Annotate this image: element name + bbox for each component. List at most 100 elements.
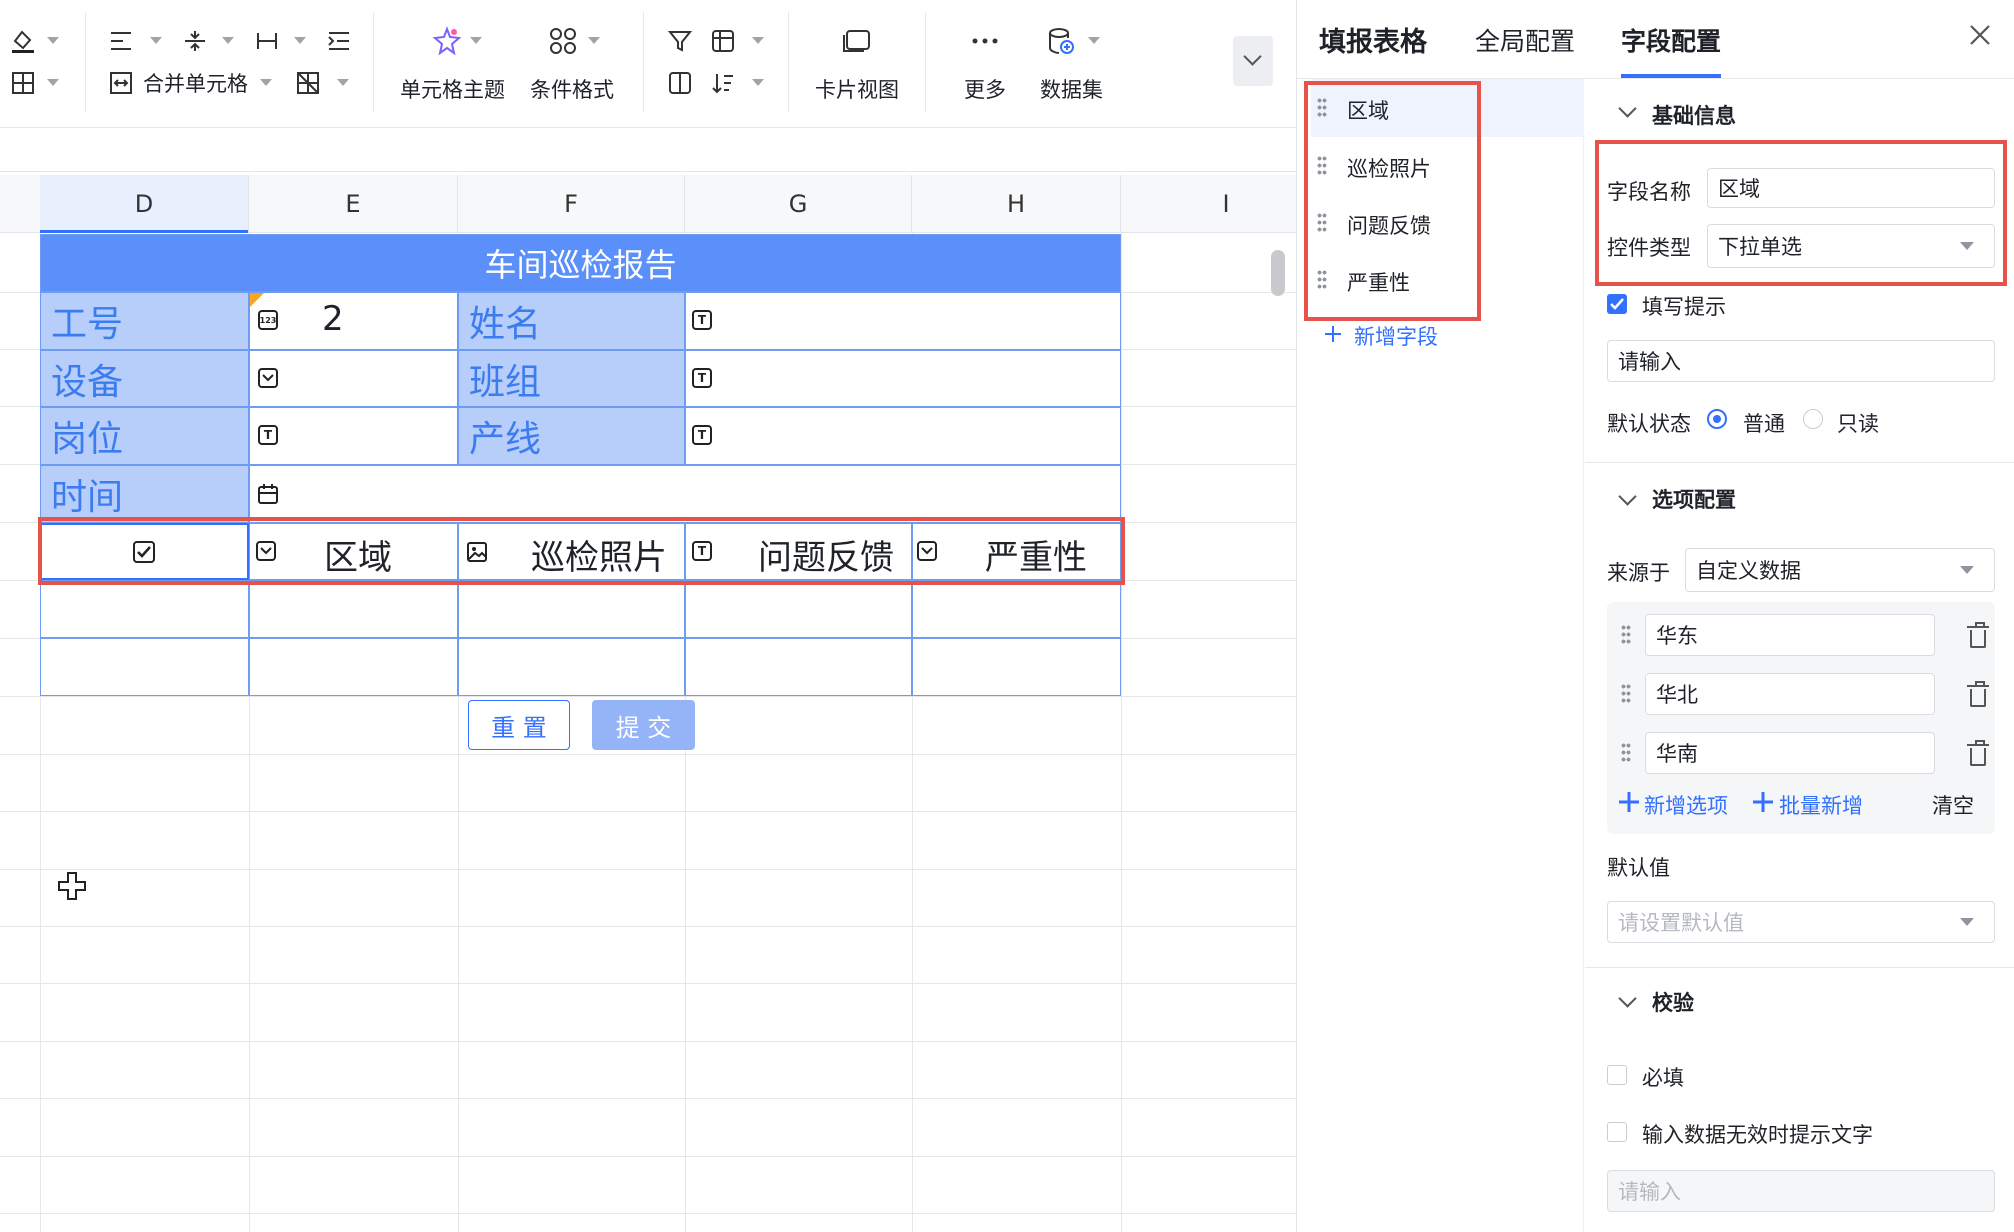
more-button[interactable]: 更多 xyxy=(964,74,1006,104)
cell-split-dropdown-icon[interactable] xyxy=(337,79,349,86)
column-header-d[interactable]: D xyxy=(40,175,249,233)
field-row-feedback[interactable]: T 问题反馈 xyxy=(685,523,912,580)
drag-handle-icon[interactable] xyxy=(1621,683,1631,705)
dataset-icon[interactable] xyxy=(1044,24,1078,58)
card-view-icon[interactable] xyxy=(840,24,874,58)
field-name-input[interactable]: 区域 xyxy=(1707,168,1995,208)
add-option-button[interactable]: 新增选项 xyxy=(1644,790,1728,820)
plus-icon[interactable] xyxy=(1321,322,1345,346)
empty-cell[interactable] xyxy=(40,580,249,638)
required-checkbox[interactable] xyxy=(1607,1065,1627,1085)
chevron-down-icon[interactable] xyxy=(1618,989,1637,1008)
invalid-hint-input[interactable]: 请输入 xyxy=(1607,1170,1995,1212)
field-list-item-feedback[interactable]: 问题反馈 xyxy=(1347,210,1431,240)
conditional-format-icon[interactable] xyxy=(546,24,580,58)
sort-dropdown-icon[interactable] xyxy=(752,79,764,86)
option-input[interactable]: 华南 xyxy=(1645,732,1935,774)
border-icon[interactable] xyxy=(8,68,38,98)
delete-icon[interactable] xyxy=(1967,740,1989,766)
drag-handle-icon[interactable] xyxy=(1317,212,1327,234)
cell-theme-icon[interactable] xyxy=(430,24,464,58)
section-basic-info[interactable]: 基础信息 xyxy=(1652,100,1736,130)
field-employee-id[interactable]: 123 2 xyxy=(249,292,458,350)
pivot-table-dropdown-icon[interactable] xyxy=(752,37,764,44)
field-team[interactable]: T xyxy=(685,350,1121,407)
default-value-select[interactable]: 请设置默认值 xyxy=(1607,901,1995,943)
field-list-item-photo[interactable]: 巡检照片 xyxy=(1347,153,1431,183)
align-left-icon[interactable] xyxy=(106,26,136,56)
clear-options-button[interactable]: 清空 xyxy=(1932,790,1974,820)
more-icon[interactable] xyxy=(970,26,1000,56)
vertical-align-icon[interactable] xyxy=(180,26,210,56)
dataset-dropdown-icon[interactable] xyxy=(1088,37,1100,44)
merge-cells-dropdown-icon[interactable] xyxy=(260,79,272,86)
empty-cell[interactable] xyxy=(40,638,249,696)
filter-icon[interactable] xyxy=(665,26,695,56)
add-field-button[interactable]: 新增字段 xyxy=(1354,321,1438,351)
section-option-config[interactable]: 选项配置 xyxy=(1652,484,1736,514)
drag-handle-icon[interactable] xyxy=(1317,155,1327,177)
plus-icon[interactable] xyxy=(1617,790,1641,814)
sort-icon[interactable] xyxy=(708,68,738,98)
chevron-down-icon[interactable] xyxy=(1618,99,1637,118)
empty-cell[interactable] xyxy=(249,580,458,638)
toolbar-collapse-button[interactable] xyxy=(1233,36,1273,86)
close-icon[interactable] xyxy=(1965,20,1995,50)
tab-form[interactable]: 填报表格 xyxy=(1319,20,1427,59)
reset-button[interactable]: 重 置 xyxy=(468,700,570,750)
field-time[interactable] xyxy=(249,465,1121,523)
option-input[interactable]: 华东 xyxy=(1645,614,1935,656)
text-width-dropdown-icon[interactable] xyxy=(294,37,306,44)
source-select[interactable]: 自定义数据 xyxy=(1685,548,1995,592)
empty-cell[interactable] xyxy=(458,580,685,638)
field-name[interactable]: T xyxy=(685,292,1121,350)
vertical-align-dropdown-icon[interactable] xyxy=(222,37,234,44)
cell-split-icon[interactable] xyxy=(293,68,323,98)
conditional-format-dropdown-icon[interactable] xyxy=(588,37,600,44)
empty-cell[interactable] xyxy=(685,580,912,638)
tab-field-config[interactable]: 字段配置 xyxy=(1621,22,1721,58)
field-row-severity[interactable]: 严重性 xyxy=(912,523,1121,580)
field-row-region[interactable]: 区域 xyxy=(249,523,458,580)
border-dropdown-icon[interactable] xyxy=(47,79,59,86)
vertical-scrollbar[interactable] xyxy=(1271,250,1285,296)
cell-theme-dropdown-icon[interactable] xyxy=(470,37,482,44)
radio-readonly[interactable] xyxy=(1803,409,1823,429)
batch-add-button[interactable]: 批量新增 xyxy=(1779,790,1863,820)
empty-cell[interactable] xyxy=(249,638,458,696)
drag-handle-icon[interactable] xyxy=(1621,742,1631,764)
fill-color-dropdown-icon[interactable] xyxy=(47,37,59,44)
hint-input[interactable]: 请输入 xyxy=(1607,340,1995,382)
column-header-e[interactable]: E xyxy=(249,175,458,233)
radio-normal[interactable] xyxy=(1707,409,1727,429)
dataset-button[interactable]: 数据集 xyxy=(1040,74,1103,104)
empty-cell[interactable] xyxy=(912,638,1121,696)
field-line[interactable]: T xyxy=(685,407,1121,465)
drag-handle-icon[interactable] xyxy=(1621,624,1631,646)
option-input[interactable]: 华北 xyxy=(1645,673,1935,715)
invalid-hint-checkbox[interactable] xyxy=(1607,1122,1627,1142)
fill-color-icon[interactable] xyxy=(8,26,38,56)
pivot-table-icon[interactable] xyxy=(708,26,738,56)
column-header-g[interactable]: G xyxy=(685,175,912,233)
column-header-f[interactable]: F xyxy=(458,175,685,233)
chevron-down-icon[interactable] xyxy=(1618,487,1637,506)
tab-global-config[interactable]: 全局配置 xyxy=(1475,22,1575,58)
merge-cells-icon[interactable] xyxy=(106,68,136,98)
drag-handle-icon[interactable] xyxy=(1317,269,1327,291)
field-list-item-region[interactable]: 区域 xyxy=(1347,95,1389,125)
empty-cell[interactable] xyxy=(912,580,1121,638)
submit-button[interactable]: 提 交 xyxy=(592,700,695,750)
align-dropdown-icon[interactable] xyxy=(150,37,162,44)
delete-icon[interactable] xyxy=(1967,681,1989,707)
control-type-select[interactable]: 下拉单选 xyxy=(1707,224,1995,268)
conditional-format-button[interactable]: 条件格式 xyxy=(530,74,614,104)
field-post[interactable]: T xyxy=(249,407,458,465)
field-row-photo[interactable]: 巡检照片 xyxy=(458,523,685,580)
empty-cell[interactable] xyxy=(458,638,685,696)
section-validation[interactable]: 校验 xyxy=(1652,987,1694,1017)
empty-cell[interactable] xyxy=(685,638,912,696)
column-header-h[interactable]: H xyxy=(912,175,1121,233)
field-list-item-severity[interactable]: 严重性 xyxy=(1347,267,1410,297)
text-width-icon[interactable] xyxy=(252,26,282,56)
